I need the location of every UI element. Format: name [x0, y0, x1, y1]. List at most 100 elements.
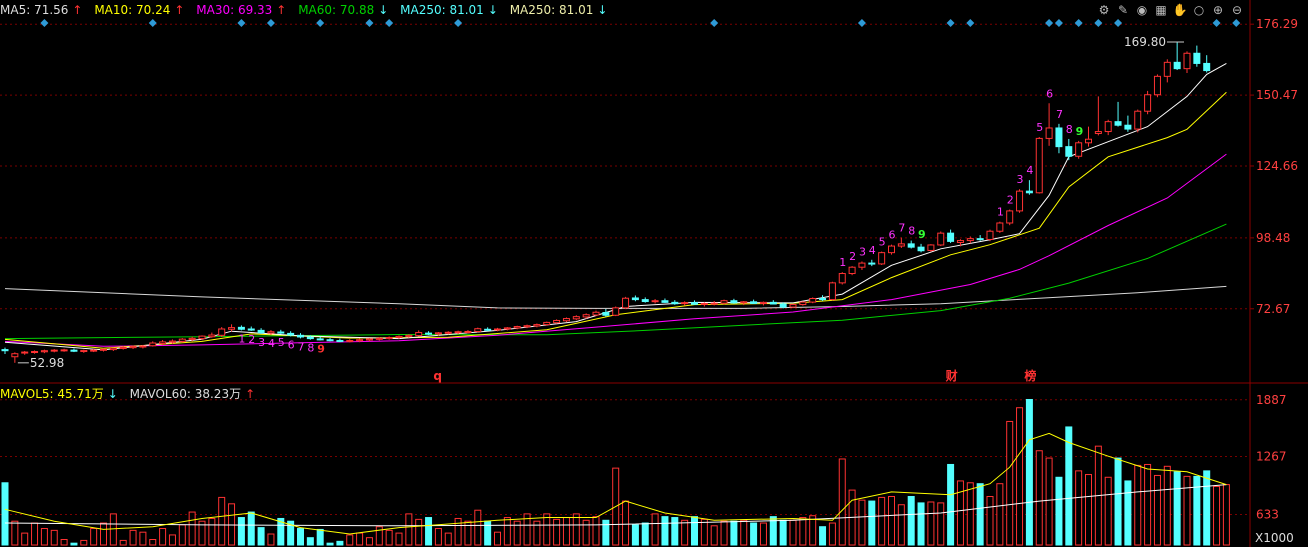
- candle-body: [513, 326, 521, 329]
- candle-body: [365, 338, 373, 341]
- event-label: 财: [945, 368, 958, 383]
- td-count-mark: 4: [1026, 164, 1033, 177]
- candle-body: [641, 299, 649, 303]
- volume-bar: [178, 524, 186, 546]
- mavol60-arrow: ↑: [245, 387, 256, 401]
- volume-bar: [60, 539, 68, 546]
- volume-bar: [1055, 476, 1063, 546]
- volume-tick-label: 1267: [1256, 450, 1287, 464]
- event-diamond-marker: [385, 19, 394, 27]
- candle-body: [848, 266, 856, 275]
- volume-bar: [1124, 480, 1132, 546]
- candle-body: [996, 222, 1004, 232]
- td-count-mark: 7: [298, 340, 305, 353]
- event-diamond-marker: [316, 19, 325, 27]
- volume-bar: [553, 518, 561, 546]
- candle-body: [346, 340, 354, 343]
- volume-bar: [306, 537, 314, 546]
- candle-body: [700, 302, 708, 305]
- settings-icon[interactable]: ⚙: [1096, 2, 1112, 18]
- volume-bar: [868, 500, 876, 546]
- volume-bar: [1222, 484, 1230, 546]
- candle-body: [838, 273, 846, 284]
- mavol60-legend: MAVOL60: 38.23万 ↑: [130, 387, 259, 401]
- volume-bar: [257, 527, 265, 546]
- candle-body: [11, 353, 19, 358]
- volume-bar: [1025, 398, 1033, 546]
- candle-body: [198, 335, 206, 340]
- hand-icon[interactable]: ✋: [1172, 2, 1188, 18]
- pencil-icon[interactable]: ✎: [1115, 2, 1131, 18]
- candle-body: [828, 282, 836, 301]
- volume-bar: [947, 463, 955, 546]
- ma10-value: MA10: 70.24: [94, 3, 171, 17]
- td-count-mark: 3: [1017, 173, 1024, 186]
- volume-bar: [730, 520, 738, 546]
- event-diamond-marker: [1094, 19, 1103, 27]
- volume-bar: [838, 458, 846, 546]
- eye-icon[interactable]: ◉: [1134, 2, 1150, 18]
- candle-body: [484, 328, 492, 331]
- volume-bar: [888, 495, 895, 546]
- stock-chart[interactable]: 176.29150.47124.6698.4872.6718871267633X…: [0, 0, 1308, 547]
- candle-body: [1134, 110, 1142, 130]
- candle-body: [799, 301, 807, 306]
- candle-body: [1203, 62, 1211, 72]
- td-count-mark: 1: [839, 256, 846, 269]
- event-diamond-marker: [266, 19, 275, 27]
- volume-bar: [1016, 407, 1024, 546]
- box-icon[interactable]: ▦: [1153, 2, 1169, 18]
- candle-body: [986, 230, 994, 240]
- candle-body: [503, 327, 511, 330]
- zoom-out-icon[interactable]: ⊖: [1229, 2, 1245, 18]
- volume-unit-label: X1000: [1255, 531, 1294, 545]
- volume-bar: [218, 496, 226, 546]
- candle-body: [257, 329, 265, 334]
- event-diamond-marker: [1114, 19, 1123, 27]
- candle-body: [966, 238, 974, 242]
- candle-body: [927, 244, 935, 251]
- volume-bar: [691, 516, 698, 546]
- candle-body: [237, 326, 245, 330]
- event-diamond-marker: [1212, 19, 1221, 27]
- candle-body: [277, 331, 285, 334]
- candle-body: [405, 334, 413, 337]
- volume-bar: [809, 515, 817, 546]
- td-count-mark: 1: [238, 332, 245, 345]
- candle-body: [139, 345, 147, 348]
- volume-bar: [464, 520, 472, 546]
- zoom-in-icon[interactable]: ⊕: [1210, 2, 1226, 18]
- low-price-label: 52.98: [30, 356, 64, 370]
- candle-body: [1085, 138, 1092, 144]
- candle-body: [562, 318, 570, 322]
- candle-body: [80, 349, 88, 353]
- candle-body: [1153, 75, 1161, 96]
- volume-bar: [425, 517, 433, 546]
- volume-tick-label: 633: [1256, 508, 1279, 522]
- candle-body: [434, 332, 442, 335]
- volume-bar: [1153, 474, 1161, 546]
- td-count-mark: 4: [869, 244, 876, 257]
- candle-body: [937, 232, 945, 246]
- candle-body: [897, 243, 905, 247]
- candle-body: [1075, 142, 1083, 157]
- candle-body: [109, 347, 117, 351]
- td-count-mark: 5: [879, 236, 886, 249]
- volume-bar: [562, 517, 570, 546]
- candle-body: [809, 298, 817, 303]
- td-count-mark: 9: [1076, 125, 1084, 138]
- price-tick-label: 150.47: [1256, 88, 1298, 102]
- event-diamond-marker: [710, 19, 719, 27]
- circle-icon[interactable]: ○: [1191, 2, 1207, 18]
- chart-toolbar: ⚙ ✎ ◉ ▦ ✋ ○ ⊕ ⊖: [1096, 2, 1245, 18]
- candle-body: [444, 331, 452, 334]
- candle-body: [287, 332, 295, 336]
- candle-body: [494, 328, 501, 331]
- candle-body: [129, 346, 137, 349]
- volume-bar: [740, 519, 748, 546]
- candle-body: [956, 240, 964, 243]
- candle-body: [208, 334, 216, 338]
- event-diamond-marker: [857, 19, 866, 27]
- candle-body: [119, 346, 127, 349]
- candle-body: [50, 349, 58, 352]
